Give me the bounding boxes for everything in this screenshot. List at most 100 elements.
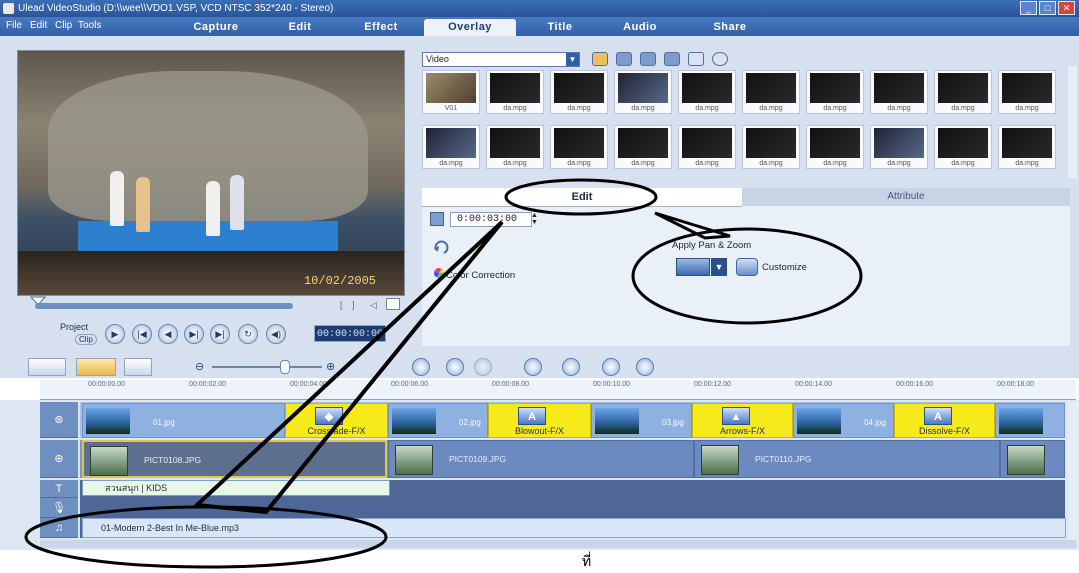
library-thumbnail[interactable]: da.mpg [614,125,672,169]
timeline-horizontal-scrollbar[interactable] [40,540,1076,548]
project-mode-label[interactable]: Project [60,322,88,332]
tab-title[interactable]: Title [525,19,595,36]
chapter-icon[interactable] [636,358,654,376]
overlay-clip[interactable]: PICT0109.JPG [388,440,694,478]
library-thumbnail[interactable]: da.mpg [550,125,608,169]
transition-clip[interactable]: A Blowout-F/X [488,403,591,438]
customize-icon[interactable] [736,258,758,276]
repeat-button[interactable]: ↻ [238,324,258,344]
close-button[interactable]: ✕ [1058,1,1075,15]
pan-zoom-preset-icon[interactable] [676,258,710,276]
library-scrollbar[interactable] [1068,66,1077,178]
tab-effect[interactable]: Effect [345,19,417,36]
music-clip[interactable]: 01-Modern 2-Best In Me-Blue.mp3 [82,518,1066,538]
batch-convert-icon[interactable] [562,358,580,376]
delete-icon[interactable] [688,52,704,66]
library-thumbnail[interactable]: da.mpg [998,125,1056,169]
rotate-icon[interactable] [434,240,450,254]
tab-share[interactable]: Share [690,19,770,36]
timeline-vertical-scrollbar[interactable] [1068,402,1078,540]
menu-tools[interactable]: Tools [78,20,101,31]
tab-edit[interactable]: Edit [422,188,742,207]
transition-clip[interactable]: ◆ Crossfade-F/X [285,403,388,438]
library-thumbnail[interactable]: da.mpg [742,70,800,114]
video-clip[interactable]: 03.jpg [591,403,692,438]
record-icon[interactable] [412,358,430,376]
home-button[interactable]: |◀ [132,324,152,344]
video-clip[interactable]: 01.jpg [82,403,285,438]
zoom-thumb[interactable] [280,360,290,374]
library-manager-icon[interactable] [616,52,632,66]
expand-icon[interactable] [712,52,728,66]
video-clip[interactable]: 04.jpg [793,403,894,438]
overlay-clip[interactable]: PICT0108.JPG [82,440,387,478]
title-track-icon[interactable]: T [40,480,78,498]
library-thumbnail[interactable]: da.mpg [486,125,544,169]
timecode-display[interactable]: 00:00:00:00 [314,325,386,342]
library-category-select[interactable]: Video ▼ [422,52,580,67]
tab-capture[interactable]: Capture [180,19,252,36]
menu-file[interactable]: File [6,20,22,31]
preview-scrubber[interactable] [35,303,293,309]
audio-view-button[interactable] [124,358,152,376]
transition-clip[interactable]: ▲ Arrows-F/X [692,403,793,438]
duration-stepper[interactable]: ▲ ▼ [531,212,539,227]
transition-clip[interactable]: A Dissolve-F/X [894,403,995,438]
library-thumbnail[interactable]: da.mpg [806,125,864,169]
overlay-track-icon[interactable]: ⊕ [40,440,78,478]
storyboard-view-button[interactable] [28,358,66,376]
video-clip[interactable]: 02.jpg [388,403,488,438]
video-track-icon[interactable]: ⊛ [40,402,78,438]
zoom-slider[interactable] [212,366,322,368]
chevron-down-icon[interactable]: ▼ [711,258,727,276]
maximize-button[interactable]: □ [1039,1,1056,15]
end-button[interactable]: ▶| [210,324,230,344]
video-clip[interactable] [995,403,1065,438]
library-thumbnail[interactable]: da.mpg [934,125,992,169]
chevron-down-icon[interactable]: ▼ [566,53,579,66]
library-thumbnail[interactable]: da.mpg [998,70,1056,114]
zoom-out-icon[interactable]: ⊖ [195,360,204,373]
library-thumbnail[interactable]: da.mpg [934,70,992,114]
duration-field[interactable]: 0:00:03:00 [450,212,532,227]
sort-icon[interactable] [640,52,656,66]
timeline-view-button[interactable] [76,358,116,376]
redo-icon[interactable] [474,358,492,376]
capture-icon[interactable] [664,52,680,66]
undo-icon[interactable] [446,358,464,376]
enlarge-icon[interactable] [386,298,400,310]
previous-frame-button[interactable]: ◀ [158,324,178,344]
tab-edit-step[interactable]: Edit [265,19,335,36]
volume-button[interactable]: ◀) [266,324,286,344]
library-thumbnail[interactable]: da.mpg [550,70,608,114]
library-thumbnail[interactable]: da.mpg [614,70,672,114]
color-correction-icon[interactable] [434,268,444,278]
tab-attribute[interactable]: Attribute [742,188,1070,206]
library-thumbnail[interactable]: da.mpg [678,70,736,114]
library-thumbnail[interactable]: da.mpg [870,70,928,114]
menu-edit[interactable]: Edit [30,20,47,31]
overlay-clip[interactable] [1000,440,1065,478]
folder-icon[interactable] [592,52,608,66]
library-thumbnail[interactable]: da.mpg [806,70,864,114]
title-clip[interactable]: สวนสนุก | KIDS [82,480,390,496]
smart-proxy-icon[interactable] [524,358,542,376]
minimize-button[interactable]: _ [1020,1,1037,15]
menu-clip[interactable]: Clip [55,20,72,31]
music-track-icon[interactable]: ♫ [40,518,78,538]
library-thumbnail[interactable]: da.mpg [678,125,736,169]
library-thumbnail[interactable]: da.mpg [486,70,544,114]
track-manager-icon[interactable] [602,358,620,376]
overlay-clip[interactable]: PICT0110.JPG [694,440,1000,478]
next-frame-button[interactable]: ▶| [184,324,204,344]
voice-track-icon[interactable]: 🎙 [40,498,78,518]
library-thumbnail[interactable]: da.mpg [422,125,480,169]
tab-audio[interactable]: Audio [600,19,680,36]
library-thumbnail[interactable]: V01 [422,70,480,114]
library-thumbnail[interactable]: da.mpg [742,125,800,169]
customize-button[interactable]: Customize [762,262,807,273]
zoom-in-icon[interactable]: ⊕ [326,360,335,373]
tab-overlay[interactable]: Overlay [424,19,516,36]
play-button[interactable]: ▶ [105,324,125,344]
clip-mode-label[interactable]: Clip [75,334,97,345]
